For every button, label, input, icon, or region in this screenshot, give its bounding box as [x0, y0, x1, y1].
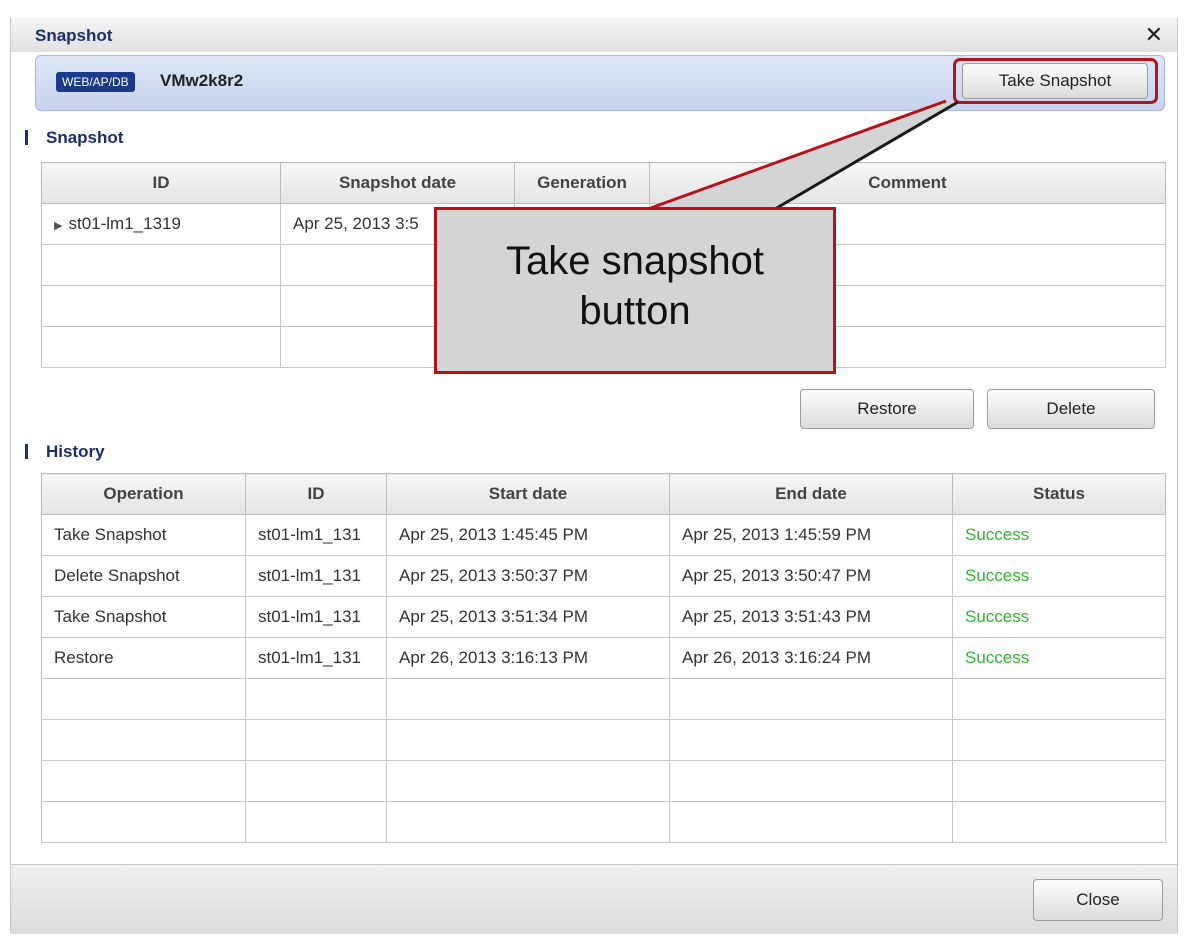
close-icon[interactable]: ✕ [1145, 22, 1163, 48]
start-date-cell: Apr 26, 2013 3:16:13 PM [386, 637, 670, 679]
table-row[interactable]: Take Snapshot st01-lm1_131 Apr 25, 2013 … [41, 514, 1166, 556]
id-cell: st01-lm1_131 [245, 637, 387, 679]
end-date-cell: Apr 25, 2013 3:51:43 PM [669, 596, 953, 638]
type-badge: WEB/AP/DB [56, 72, 135, 92]
row-expand-icon[interactable]: ▶ [54, 220, 62, 232]
snapshot-dialog: Snapshot ✕ WEB/AP/DB VMw2k8r2 Snapshot I… [10, 18, 1178, 934]
close-button[interactable]: Close [1033, 879, 1163, 921]
snapshot-section-label: Snapshot [25, 128, 123, 148]
history-table-header: Operation ID Start date End date Status [41, 473, 1166, 515]
history-table: Operation ID Start date End date Status … [41, 473, 1166, 843]
section-marker [25, 444, 28, 459]
status-cell: Success [952, 637, 1166, 679]
table-row [41, 678, 1166, 720]
id-cell: st01-lm1_131 [245, 555, 387, 597]
take-snapshot-button[interactable]: Take Snapshot [962, 63, 1148, 99]
table-row[interactable]: Delete Snapshot st01-lm1_131 Apr 25, 201… [41, 555, 1166, 597]
dialog-footer: Close [11, 864, 1177, 934]
operation-cell: Delete Snapshot [41, 555, 246, 597]
column-header-id[interactable]: ID [245, 473, 387, 515]
column-header-status[interactable]: Status [952, 473, 1166, 515]
snapshot-section-title: Snapshot [46, 128, 124, 147]
end-date-cell: Apr 25, 2013 1:45:59 PM [669, 514, 953, 556]
column-header-id[interactable]: ID [41, 162, 281, 204]
section-marker [25, 130, 28, 145]
column-header-start-date[interactable]: Start date [386, 473, 670, 515]
table-row[interactable]: Take Snapshot st01-lm1_131 Apr 25, 2013 … [41, 596, 1166, 638]
column-header-snapshot-date[interactable]: Snapshot date [280, 162, 515, 204]
table-row [41, 801, 1166, 843]
snapshot-table-header: ID Snapshot date Generation Comment [41, 162, 1166, 204]
operation-cell: Restore [41, 637, 246, 679]
status-cell: Success [952, 555, 1166, 597]
annotation-callout: Take snapshot button [434, 207, 836, 374]
column-header-operation[interactable]: Operation [41, 473, 246, 515]
delete-button[interactable]: Delete [987, 389, 1155, 429]
start-date-cell: Apr 25, 2013 3:51:34 PM [386, 596, 670, 638]
status-cell: Success [952, 596, 1166, 638]
status-cell: Success [952, 514, 1166, 556]
column-header-end-date[interactable]: End date [669, 473, 953, 515]
dialog-title: Snapshot [35, 26, 113, 45]
operation-cell: Take Snapshot [41, 514, 246, 556]
column-header-generation[interactable]: Generation [514, 162, 650, 204]
column-header-comment[interactable]: Comment [649, 162, 1166, 204]
history-section-title: History [46, 442, 105, 461]
snapshot-id: st01-lm1_1319 [68, 214, 181, 233]
table-row [41, 719, 1166, 761]
id-cell: st01-lm1_131 [245, 596, 387, 638]
start-date-cell: Apr 25, 2013 1:45:45 PM [386, 514, 670, 556]
callout-line-2: button [579, 289, 691, 333]
operation-cell: Take Snapshot [41, 596, 246, 638]
restore-button[interactable]: Restore [800, 389, 974, 429]
table-row [41, 760, 1166, 802]
end-date-cell: Apr 26, 2013 3:16:24 PM [669, 637, 953, 679]
end-date-cell: Apr 25, 2013 3:50:47 PM [669, 555, 953, 597]
start-date-cell: Apr 25, 2013 3:50:37 PM [386, 555, 670, 597]
table-row[interactable]: Restore st01-lm1_131 Apr 26, 2013 3:16:1… [41, 637, 1166, 679]
vm-name: VMw2k8r2 [160, 71, 244, 90]
history-section-label: History [25, 442, 105, 462]
dialog-titlebar: Snapshot ✕ [11, 18, 1177, 52]
id-cell: st01-lm1_131 [245, 514, 387, 556]
callout-line-1: Take snapshot [506, 239, 764, 283]
snapshot-id-cell: ▶ st01-lm1_1319 [41, 203, 281, 245]
